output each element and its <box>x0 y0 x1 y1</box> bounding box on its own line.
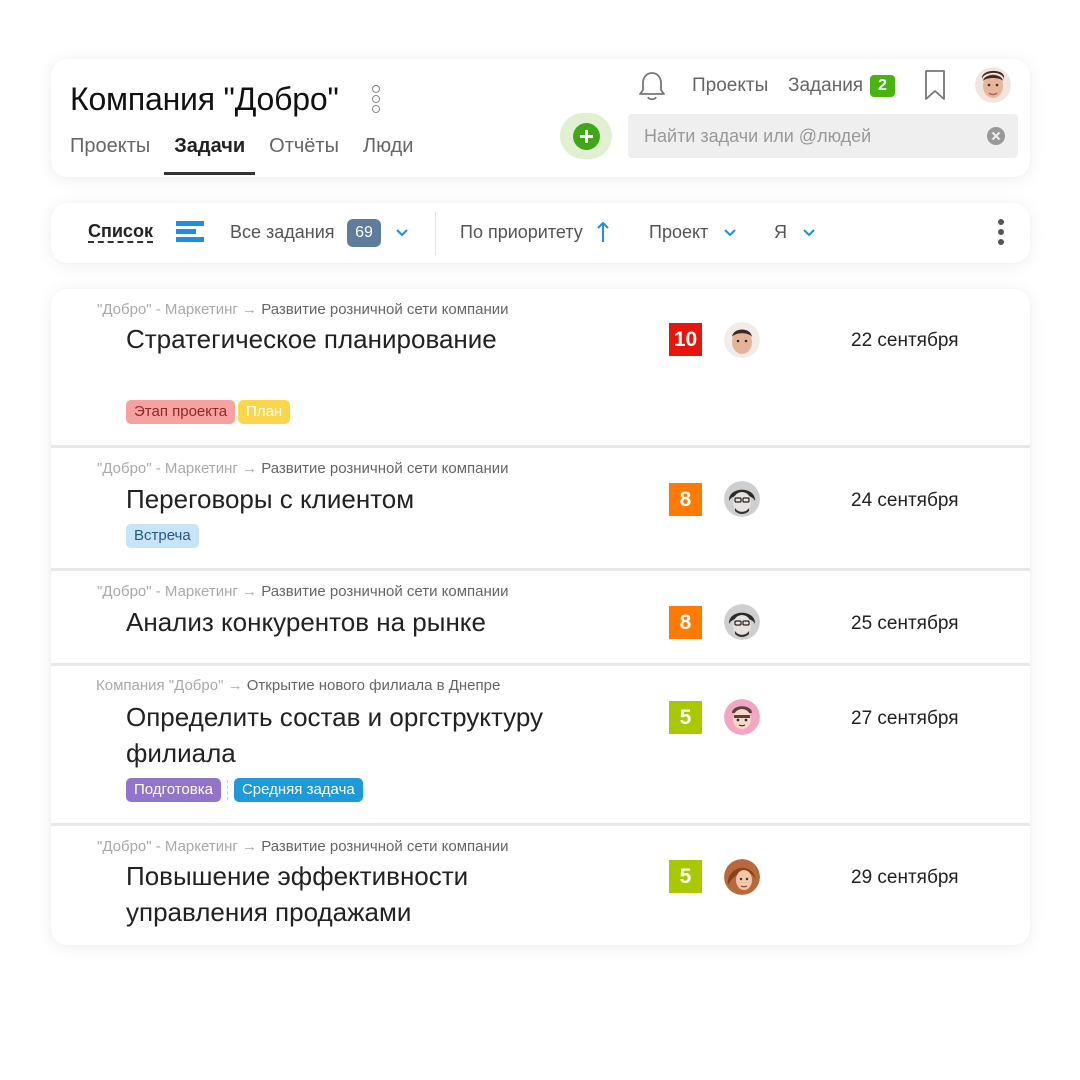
tag[interactable]: Встреча <box>126 524 199 548</box>
priority-badge: 5 <box>669 860 702 893</box>
list-view-icon[interactable] <box>176 221 204 245</box>
task-breadcrumb: "Добро" - Маркетинг → Развитие розничной… <box>97 301 509 318</box>
sort-dropdown[interactable]: По приоритету <box>460 222 583 243</box>
task-title[interactable]: Анализ конкурентов на рынке <box>126 604 596 640</box>
tag[interactable]: План <box>238 400 291 424</box>
clear-search-icon[interactable] <box>987 127 1005 145</box>
plus-icon <box>573 123 600 150</box>
tasks-count-badge: 2 <box>870 75 895 97</box>
assignee-avatar[interactable] <box>724 859 760 895</box>
assignee-avatar[interactable] <box>724 699 760 735</box>
more-options-icon[interactable] <box>995 219 1007 249</box>
search-input[interactable] <box>628 114 1018 158</box>
tag[interactable]: Этап проекта <box>126 400 236 424</box>
chevron-down-icon[interactable] <box>723 226 737 240</box>
priority-badge: 5 <box>669 701 702 734</box>
filter-dropdown[interactable]: Все задания <box>230 222 335 243</box>
due-date: 27 сентября <box>851 708 959 729</box>
tab-reports[interactable]: Отчёты <box>269 135 339 174</box>
bell-icon[interactable] <box>635 69 669 103</box>
project-filter-dropdown[interactable]: Проект <box>649 222 708 243</box>
tag[interactable]: Средняя задача <box>233 778 363 802</box>
chevron-down-icon[interactable] <box>395 226 409 240</box>
priority-badge: 10 <box>669 323 702 356</box>
task-row[interactable]: "Добро" - Маркетинг → Развитие розничной… <box>51 826 1030 945</box>
task-breadcrumb: Компания "Добро" → Открытие нового филиа… <box>96 677 501 694</box>
tag-divider <box>226 780 228 800</box>
header-card: Компания "Добро" Проекты Задачи Отчёты Л… <box>51 59 1030 177</box>
task-row[interactable]: "Добро" - Маркетинг → Развитие розничной… <box>51 571 1030 663</box>
toolbar-card: Список Все задания 69 По приоритету Прое… <box>51 203 1030 263</box>
task-list: "Добро" - Маркетинг → Развитие розничной… <box>51 289 1030 945</box>
task-title[interactable]: Повышение эффективности управления прода… <box>126 858 596 930</box>
task-title[interactable]: Стратегическое планирование <box>126 321 596 357</box>
due-date: 22 сентября <box>851 330 959 351</box>
task-row[interactable]: "Добро" - Маркетинг → Развитие розничной… <box>51 289 1030 445</box>
assignee-avatar[interactable] <box>724 322 760 358</box>
user-avatar[interactable] <box>975 67 1011 103</box>
top-link-tasks[interactable]: Задания <box>788 75 863 97</box>
toolbar-divider <box>435 212 436 255</box>
task-title[interactable]: Переговоры с клиентом <box>126 481 596 517</box>
tab-tasks[interactable]: Задачи <box>164 135 256 175</box>
task-tags: Подготовка Средняя задача <box>126 778 366 802</box>
tag[interactable]: Подготовка <box>126 778 221 802</box>
task-tags: Встреча <box>126 524 202 548</box>
assignee-filter-dropdown[interactable]: Я <box>774 222 787 243</box>
due-date: 24 сентября <box>851 490 959 511</box>
bookmark-icon[interactable] <box>923 69 947 101</box>
view-list-toggle[interactable]: Список <box>88 222 153 243</box>
assignee-avatar[interactable] <box>724 481 760 517</box>
task-row[interactable]: "Добро" - Маркетинг → Развитие розничной… <box>51 448 1030 568</box>
tab-people[interactable]: Люди <box>363 135 414 174</box>
task-title[interactable]: Определить состав и оргструктуру филиала <box>126 699 596 771</box>
priority-badge: 8 <box>669 606 702 639</box>
task-row[interactable]: Компания "Добро" → Открытие нового филиа… <box>51 666 1030 823</box>
company-menu-icon[interactable] <box>370 85 382 115</box>
assignee-avatar[interactable] <box>724 604 760 640</box>
task-breadcrumb: "Добро" - Маркетинг → Развитие розничной… <box>97 838 509 855</box>
priority-badge: 8 <box>669 483 702 516</box>
chevron-down-icon[interactable] <box>802 226 816 240</box>
due-date: 29 сентября <box>851 867 959 888</box>
main-tabs: Проекты Задачи Отчёты Люди <box>70 135 437 175</box>
arrow-up-icon[interactable] <box>596 220 610 244</box>
top-link-projects[interactable]: Проекты <box>692 75 768 97</box>
task-tags: Этап проекта План <box>126 400 293 424</box>
task-breadcrumb: "Добро" - Маркетинг → Развитие розничной… <box>97 583 509 600</box>
task-breadcrumb: "Добро" - Маркетинг → Развитие розничной… <box>97 460 509 477</box>
tab-projects[interactable]: Проекты <box>70 135 150 174</box>
due-date: 25 сентября <box>851 613 959 634</box>
add-task-button[interactable] <box>560 113 612 159</box>
company-title: Компания "Добро" <box>70 81 339 117</box>
filter-count-badge: 69 <box>347 219 381 247</box>
